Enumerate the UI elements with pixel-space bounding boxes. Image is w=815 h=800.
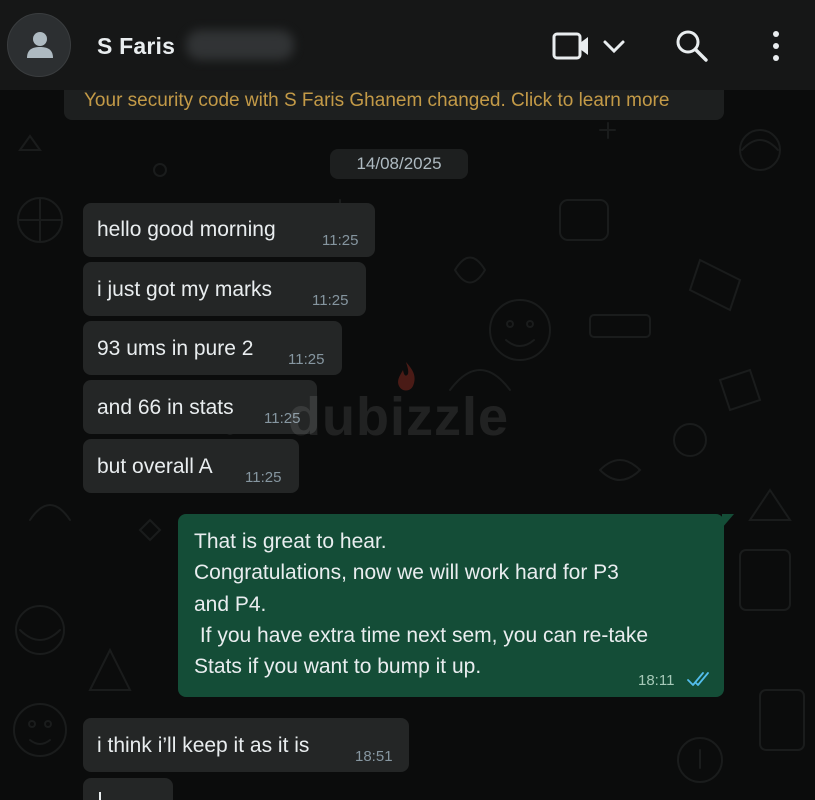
date-separator: 14/08/2025 [330,149,468,179]
message-text-line: Stats if you want to bump it up. [194,655,482,679]
message-bubble-incoming[interactable]: 93 ums in pure 2 11:25 [83,321,342,375]
message-bubble-incoming-partial[interactable] [83,778,173,800]
security-code-notice[interactable]: Your security code with S Faris Ghanem c… [64,90,724,120]
chat-header: S Faris [0,0,815,90]
redacted-name-blur [186,30,294,60]
bubble-tail [722,514,734,528]
message-bubble-outgoing[interactable]: That is great to hear. Congratulations, … [178,514,734,697]
message-text-line: That is great to hear. [194,530,387,553]
search-icon [676,30,708,62]
message-time: 11:25 [245,469,282,486]
contact-name[interactable]: S Faris [97,33,175,60]
message-text-line: If you have extra time next sem, you can… [194,623,649,647]
chevron-down-icon [603,40,625,54]
message-text: i just got my marks [97,278,273,301]
security-notice-text: Your security code with S Faris Ghanem c… [84,90,670,111]
avatar-icon [27,32,53,58]
message-time: 18:11 [638,672,675,689]
search-button[interactable] [674,28,710,64]
message-bubble-incoming[interactable]: and 66 in stats 11:25 [83,380,317,434]
message-list[interactable]: Your security code with S Faris Ghanem c… [0,90,815,800]
message-text: i think i’ll keep it as it is [97,734,310,757]
message-text: 93 ums in pure 2 [97,337,254,360]
message-bubble-incoming[interactable]: hello good morning 11:25 [83,203,375,257]
more-vert-icon [773,31,779,61]
message-bubble-incoming[interactable]: but overall A 11:25 [83,439,299,493]
message-text-line: Congratulations, now we will work hard f… [194,561,619,585]
video-call-button[interactable] [552,28,632,64]
message-bubble-incoming[interactable]: i think i’ll keep it as it is 18:51 [83,718,409,772]
contact-avatar[interactable] [7,13,71,77]
video-call-icon [552,32,588,60]
message-time: 18:51 [355,748,393,765]
more-options-button[interactable] [764,28,788,64]
message-bubble-incoming[interactable]: i just got my marks 11:25 [83,262,366,316]
message-text: but overall A [97,455,213,478]
message-text: hello good morning [97,218,276,241]
message-time: 11:25 [312,292,349,309]
message-text: and 66 in stats [97,396,234,419]
message-time: 11:25 [288,351,325,368]
read-receipt-icon [687,672,709,686]
watermark-text: dubizzle [288,387,509,447]
message-time: 11:25 [322,232,359,249]
message-text-line: and P4. [194,592,267,616]
partial-text-glyph [99,792,107,800]
